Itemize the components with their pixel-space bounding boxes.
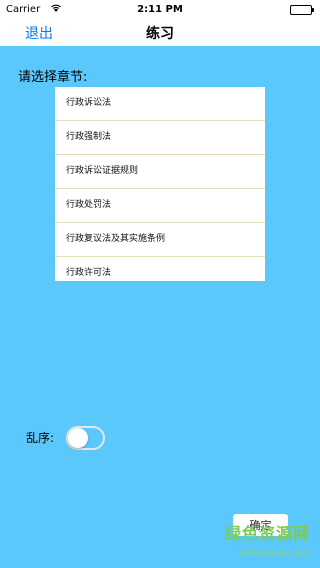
watermark-url: www.downcc.com bbox=[238, 548, 310, 557]
shuffle-label: 乱序: bbox=[26, 431, 55, 445]
chapter-item[interactable]: 行政许可法 bbox=[55, 257, 265, 281]
shuffle-toggle[interactable] bbox=[66, 426, 105, 450]
chapter-list[interactable]: 行政诉讼法 行政强制法 行政诉讼证据规则 行政处罚法 行政复议法及其实施条例 行… bbox=[55, 87, 265, 281]
watermark-logo: 绿色资源网 bbox=[224, 524, 310, 543]
chapter-select-label: 请选择章节: bbox=[18, 70, 88, 85]
battery-icon bbox=[290, 5, 314, 15]
chapter-item[interactable]: 行政诉讼证据规则 bbox=[55, 155, 265, 189]
chapter-item[interactable]: 行政复议法及其实施条例 bbox=[55, 223, 265, 257]
chapter-item[interactable]: 行政诉讼法 bbox=[55, 87, 265, 121]
status-time: 2:11 PM bbox=[137, 4, 183, 15]
status-bar: Carrier 2:11 PM bbox=[0, 0, 320, 20]
chapter-item[interactable]: 行政强制法 bbox=[55, 121, 265, 155]
nav-bar: 退出 练习 bbox=[0, 20, 320, 46]
toggle-knob bbox=[68, 428, 88, 448]
chapter-item[interactable]: 行政处罚法 bbox=[55, 189, 265, 223]
page-title: 练习 bbox=[146, 26, 174, 42]
